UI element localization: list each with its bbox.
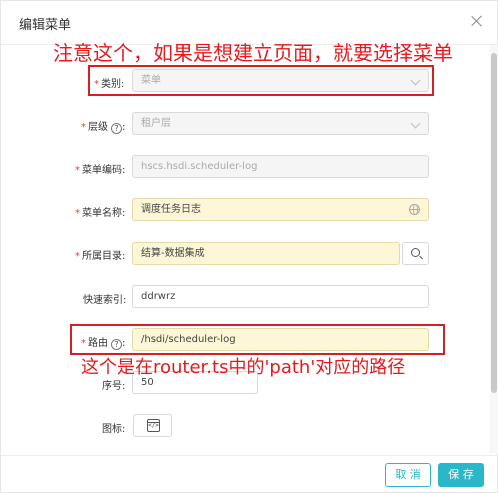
level-value: 租户层 xyxy=(141,118,171,129)
quick-index-value: ddrwrz xyxy=(141,291,176,302)
required-mark: * xyxy=(81,122,86,133)
menu-code-input[interactable]: hscs.hsdi.scheduler-log xyxy=(132,155,429,178)
menu-code-value: hscs.hsdi.scheduler-log xyxy=(141,161,258,172)
code-icon: </> xyxy=(147,419,160,432)
edit-menu-dialog: 编辑菜单 * 类别: 菜单 * 层级?: 租户层 * 菜单编码: hscs.hsdi.… xyxy=(0,0,498,493)
icon-label-text: 图标: xyxy=(102,424,126,435)
chevron-down-icon xyxy=(410,118,421,129)
parent-dir-value: 结算-数据集成 xyxy=(141,248,205,259)
quick-index-label-text: 快速索引: xyxy=(83,295,127,306)
menu-code-label: * 菜单编码: xyxy=(75,161,125,176)
dialog-title: 编辑菜单 xyxy=(19,18,72,33)
highlight-box-category xyxy=(88,65,434,96)
annotation-bottom: 这个是在router.ts中的'path'对应的路径 xyxy=(81,357,406,378)
scrollbar[interactable] xyxy=(490,45,498,453)
menu-name-input[interactable]: 调度任务日志 xyxy=(132,198,429,221)
level-label: * 层级?: xyxy=(81,122,126,134)
search-icon-handle xyxy=(419,255,423,260)
parent-dir-label-text: 所属目录: xyxy=(82,251,126,262)
parent-dir-input[interactable]: 结算-数据集成 xyxy=(132,242,400,265)
scrollbar-thumb[interactable] xyxy=(491,53,497,393)
menu-name-label-text: 菜单名称: xyxy=(82,208,126,219)
menu-code-label-text: 菜单编码: xyxy=(82,165,126,176)
annotation-top: 注意这个，如果是想建立页面，就要选择菜单 xyxy=(53,41,453,65)
menu-name-value: 调度任务日志 xyxy=(141,204,201,215)
parent-dir-label: * 所属目录: xyxy=(75,247,125,262)
sort-order-label: 序号: xyxy=(102,377,125,392)
parent-dir-search-button[interactable] xyxy=(402,242,429,265)
highlight-box-route xyxy=(70,324,445,355)
menu-name-label: * 菜单名称: xyxy=(75,204,125,219)
required-mark: * xyxy=(75,165,80,176)
cancel-button[interactable]: 取 消 xyxy=(385,463,431,487)
help-icon[interactable]: ? xyxy=(111,123,122,134)
icon-picker[interactable]: </> xyxy=(133,414,172,437)
level-select[interactable]: 租户层 xyxy=(132,112,429,135)
quick-index-input[interactable]: ddrwrz xyxy=(132,285,429,308)
required-mark: * xyxy=(75,208,80,219)
icon-label: 图标: xyxy=(102,420,125,435)
level-label-text: 层级 xyxy=(88,122,108,133)
close-icon[interactable] xyxy=(469,13,485,29)
globe-icon[interactable] xyxy=(409,204,420,215)
save-button[interactable]: 保 存 xyxy=(438,463,484,487)
sort-order-label-text: 序号: xyxy=(102,381,126,392)
required-mark: * xyxy=(75,251,80,262)
quick-index-label: 快速索引: xyxy=(83,291,126,306)
